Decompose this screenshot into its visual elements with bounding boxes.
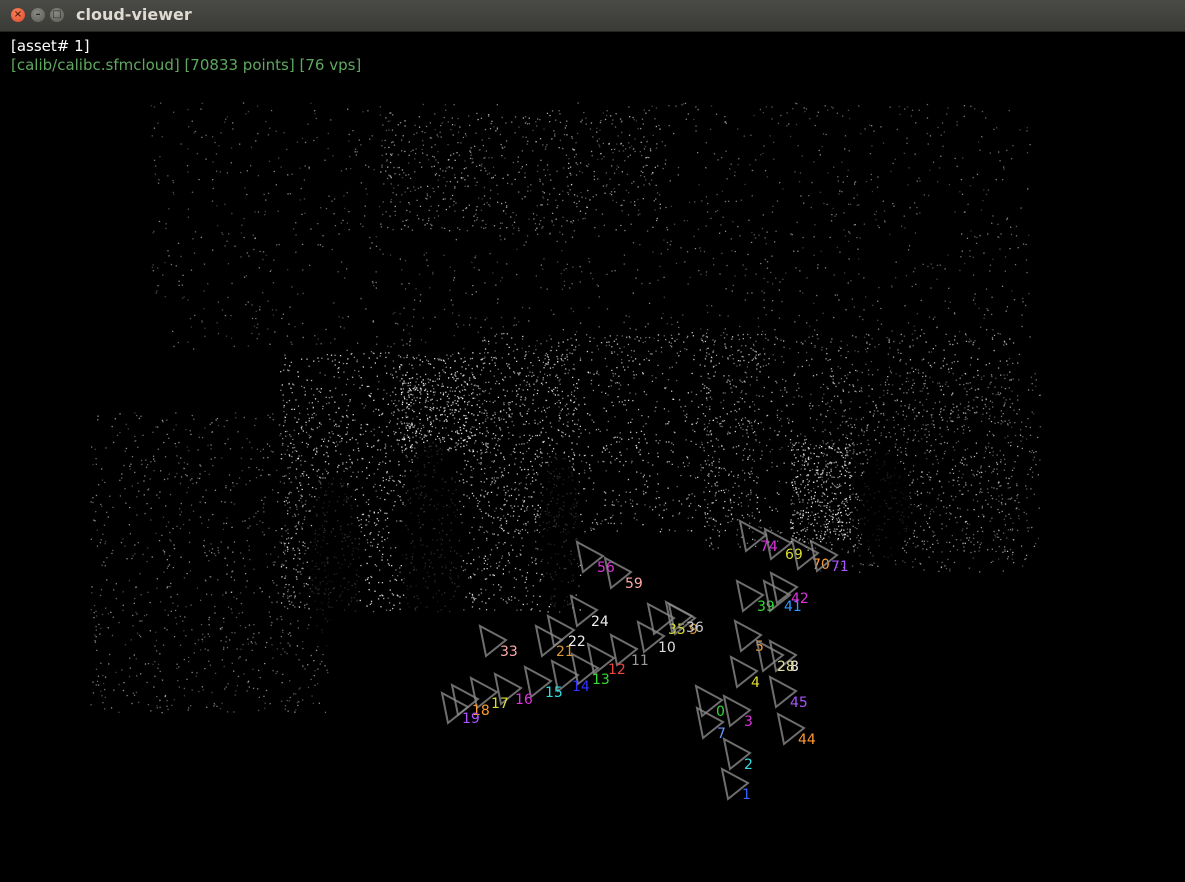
viewpoint-1[interactable]: 1 <box>720 767 751 803</box>
viewpoint-45[interactable]: 45 <box>768 675 808 711</box>
minimize-button[interactable]: – <box>31 8 45 22</box>
window-title: cloud-viewer <box>76 5 192 24</box>
viewpoint-label: 4 <box>751 675 760 691</box>
viewpoint-56[interactable]: 56 <box>575 540 615 576</box>
viewpoint-label: 0 <box>716 704 725 720</box>
point-cloud-canvas[interactable]: 0123457891011121314151617181921222428333… <box>0 32 1185 882</box>
viewpoint-label: 59 <box>625 576 643 592</box>
viewpoint-label: 17 <box>491 696 509 712</box>
viewpoint-label: 13 <box>592 672 610 688</box>
viewpoint-label: 74 <box>760 539 778 555</box>
viewpoint-24[interactable]: 24 <box>569 594 609 630</box>
3d-viewport[interactable]: 0 1 2 3 4 5 7 8 9 10 11 12 13 14 15 16 17 18 19 21 22 24 28 33 3… <box>0 32 1185 882</box>
viewpoint-2[interactable]: 2 <box>722 737 753 773</box>
viewpoint-label: 42 <box>791 591 809 607</box>
viewpoint-3[interactable]: 3 <box>722 694 753 730</box>
viewpoint-label: 24 <box>591 614 609 630</box>
viewpoint-4[interactable]: 4 <box>729 655 760 691</box>
cloud-info: [calib/calibc.sfmcloud] [70833 points] [… <box>11 56 362 74</box>
viewpoint-label: 7 <box>717 726 726 742</box>
viewpoint-44[interactable]: 44 <box>776 712 816 748</box>
viewpoint-label: 15 <box>545 685 563 701</box>
viewpoint-label: 44 <box>798 732 816 748</box>
viewpoint-label: 2 <box>744 757 753 773</box>
viewpoint-label: 28 <box>777 659 795 675</box>
viewpoint-label: 39 <box>757 599 775 615</box>
viewpoint-label: 71 <box>831 559 849 575</box>
viewpoint-label: 22 <box>568 634 586 650</box>
viewpoint-label: 12 <box>608 662 626 678</box>
viewpoint-label: 14 <box>572 679 590 695</box>
close-button[interactable]: × <box>11 8 25 22</box>
viewpoint-label: 10 <box>658 640 676 656</box>
viewpoint-74[interactable]: 74 <box>738 519 778 555</box>
viewpoint-label: 33 <box>500 644 518 660</box>
viewpoint-label: 11 <box>631 653 649 669</box>
maximize-button[interactable]: □ <box>50 8 64 22</box>
asset-info: [asset# 1] <box>11 37 90 55</box>
viewpoint-label: 36 <box>686 620 704 636</box>
app-window: × – □ cloud-viewer 0 1 2 3 4 5 7 8 9 10 11 12 13 14 15… <box>0 0 1185 882</box>
viewpoint-label: 3 <box>744 714 753 730</box>
viewpoint-label: 45 <box>790 695 808 711</box>
viewpoint-label: 16 <box>515 692 533 708</box>
viewpoint-33[interactable]: 33 <box>478 624 518 660</box>
viewpoint-label: 19 <box>462 711 480 727</box>
viewpoint-label: 1 <box>742 787 751 803</box>
title-bar[interactable]: × – □ cloud-viewer <box>0 0 1185 32</box>
